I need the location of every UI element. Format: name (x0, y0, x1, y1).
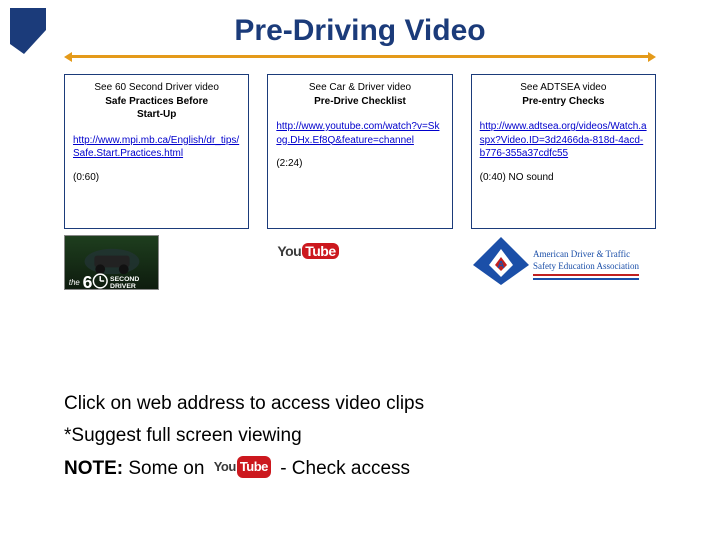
thumbnail-row: the 6 SECOND DRIVER YouTube A American D… (64, 235, 656, 290)
sixty-second-driver-thumb: the 6 SECOND DRIVER (64, 235, 159, 290)
video-duration: (0:60) (73, 171, 240, 185)
duration-note: NO sound (506, 172, 554, 183)
instructions-text: Click on web address to access video cli… (64, 388, 680, 485)
card-title-line: See ADTSEA video (480, 81, 647, 95)
youtube-you: You (277, 243, 301, 259)
instruction-line: *Suggest full screen viewing (64, 420, 680, 452)
duration-value: (0:40) (480, 172, 506, 183)
svg-text:6: 6 (83, 272, 93, 290)
svg-text:the: the (69, 278, 81, 287)
youtube-tube: Tube (302, 243, 338, 259)
video-card: See 60 Second Driver video Safe Practice… (64, 74, 249, 229)
svg-text:DRIVER: DRIVER (110, 283, 136, 290)
card-subtitle-line: Safe Practices Before (73, 95, 240, 109)
video-link[interactable]: http://www.mpi.mb.ca/English/dr_tips/Saf… (73, 134, 240, 161)
card-title-line: See Car & Driver video (276, 81, 443, 95)
note-text: Some on (123, 458, 210, 479)
instruction-note: NOTE: Some on YouTube - Check access (64, 453, 680, 485)
page-title: Pre-Driving Video (0, 0, 720, 48)
card-header: See 60 Second Driver video Safe Practice… (73, 81, 240, 122)
divider (64, 54, 656, 60)
card-title-line: See 60 Second Driver video (73, 81, 240, 95)
video-card: See ADTSEA video Pre-entry Checks http:/… (471, 74, 656, 229)
card-header: See Car & Driver video Pre-Drive Checkli… (276, 81, 443, 108)
card-header: See ADTSEA video Pre-entry Checks (480, 81, 647, 108)
svg-text:Safety Education Association: Safety Education Association (533, 261, 639, 271)
youtube-inline-logo: YouTube (214, 456, 271, 478)
instruction-line: Click on web address to access video cli… (64, 388, 680, 420)
svg-text:American Driver & Traffic: American Driver & Traffic (533, 249, 630, 259)
note-text: - Check access (280, 458, 410, 479)
video-cards-row: See 60 Second Driver video Safe Practice… (64, 74, 656, 229)
duration-value: (2:24) (276, 158, 302, 169)
youtube-tube: Tube (237, 456, 271, 478)
video-card: See Car & Driver video Pre-Drive Checkli… (267, 74, 452, 229)
note-label: NOTE: (64, 458, 123, 479)
svg-text:A: A (497, 260, 504, 271)
duration-value: (0:60) (73, 172, 99, 183)
youtube-you: You (214, 456, 236, 478)
card-subtitle-line: Pre-entry Checks (480, 95, 647, 109)
video-duration: (2:24) (276, 157, 443, 171)
nevada-icon (6, 6, 50, 56)
video-link[interactable]: http://www.adtsea.org/videos/Watch.aspx?… (480, 120, 647, 161)
video-link[interactable]: http://www.youtube.com/watch?v=Skog.DHx.… (276, 120, 443, 147)
youtube-logo: YouTube (277, 235, 347, 267)
card-subtitle-line: Pre-Drive Checklist (276, 95, 443, 109)
card-subtitle-line: Start-Up (73, 108, 240, 122)
video-duration: (0:40) NO sound (480, 171, 647, 185)
adtsea-logo: A American Driver & Traffic Safety Educa… (471, 235, 641, 290)
